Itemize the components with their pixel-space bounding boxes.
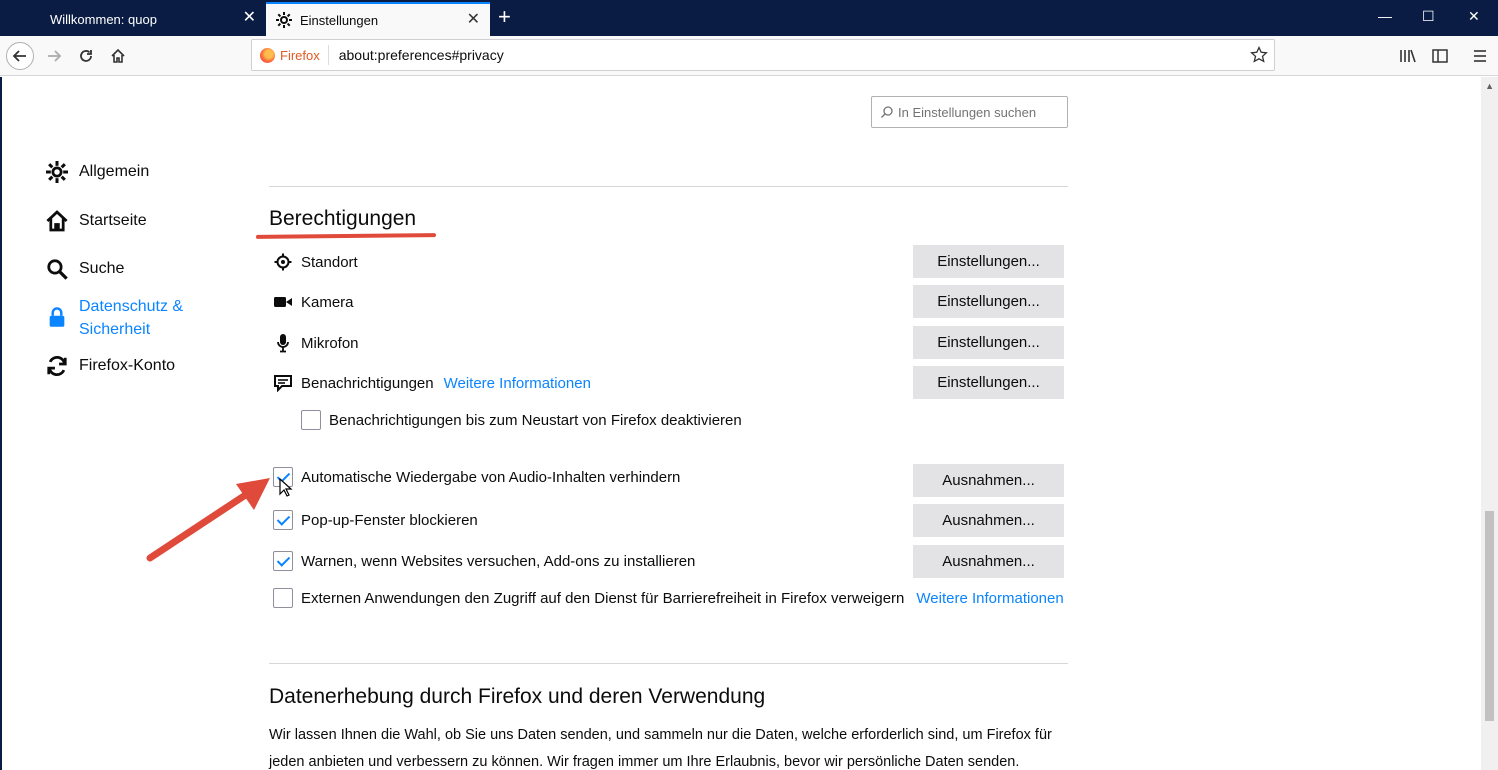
block-accessibility-checkbox[interactable] xyxy=(273,588,293,608)
sidebar-item-general[interactable]: Allgemein xyxy=(45,160,149,184)
checkbox-label: Benachrichtigungen bis zum Neustart von … xyxy=(329,411,742,429)
library-icon xyxy=(1400,49,1416,63)
warn-addons-row[interactable]: Warnen, wenn Websites versuchen, Add-ons… xyxy=(273,551,695,571)
forward-arrow-icon xyxy=(48,50,62,62)
sidebar-item-home[interactable]: Startseite xyxy=(45,209,147,233)
home-icon xyxy=(45,209,69,233)
sidebar-item-label-group: Datenschutz & Sicherheit xyxy=(79,295,183,341)
divider xyxy=(327,45,329,65)
sidebar-item-label-line2: Sicherheit xyxy=(79,321,151,338)
annotation-arrow xyxy=(146,478,270,562)
permission-label: Kamera xyxy=(301,293,354,311)
library-button[interactable] xyxy=(1394,42,1422,70)
microphone-settings-button[interactable]: Einstellungen... xyxy=(913,326,1064,359)
block-autoplay-row[interactable]: Automatische Wiedergabe von Audio-Inhalt… xyxy=(273,467,680,487)
back-button[interactable] xyxy=(6,42,34,70)
notification-icon xyxy=(273,373,293,393)
search-icon xyxy=(45,257,69,281)
block-accessibility-row[interactable]: Externen Anwendungen den Zugriff auf den… xyxy=(273,588,1064,608)
autoplay-exceptions-button[interactable]: Ausnahmen... xyxy=(913,464,1064,497)
permission-label: Standort xyxy=(301,253,358,271)
camera-icon xyxy=(273,292,293,312)
permission-microphone: Mikrofon xyxy=(273,333,359,353)
sidebar-toggle-button[interactable] xyxy=(1426,42,1454,70)
gear-icon xyxy=(276,12,292,28)
home-icon xyxy=(111,48,125,63)
checkbox-label: Warnen, wenn Websites versuchen, Add-ons… xyxy=(301,552,696,570)
sidebar-item-label: Suche xyxy=(79,260,125,277)
tab-title: Einstellungen xyxy=(300,12,379,28)
sidebar-item-label: Firefox-Konto xyxy=(79,357,176,374)
home-button[interactable] xyxy=(104,42,132,70)
hamburger-menu-icon xyxy=(1474,50,1486,62)
new-tab-button[interactable]: + xyxy=(498,6,511,28)
search-placeholder: In Einstellungen suchen xyxy=(898,104,1037,120)
back-arrow-icon xyxy=(12,50,26,62)
checkbox-label: Automatische Wiedergabe von Audio-Inhalt… xyxy=(301,468,681,486)
sidebar-item-privacy[interactable]: Datenschutz & Sicherheit xyxy=(45,295,183,341)
reload-icon xyxy=(80,50,92,62)
minimize-button[interactable]: — xyxy=(1378,8,1392,24)
pause-notifications-checkbox[interactable] xyxy=(301,410,321,430)
url-bar[interactable]: Firefox about:preferences#privacy xyxy=(251,39,1275,71)
bookmark-star-icon[interactable] xyxy=(1250,46,1268,64)
checkbox-label: Externen Anwendungen den Zugriff auf den… xyxy=(301,589,905,607)
menu-button[interactable] xyxy=(1466,42,1494,70)
close-window-button[interactable]: ✕ xyxy=(1468,8,1480,25)
reload-button[interactable] xyxy=(72,42,100,70)
permission-label: Mikrofon xyxy=(301,334,359,352)
sidebar-item-search[interactable]: Suche xyxy=(45,257,124,281)
settings-search-input[interactable]: In Einstellungen suchen xyxy=(871,96,1068,128)
section-divider xyxy=(269,663,1068,664)
annotation-underline xyxy=(255,233,437,239)
permission-label: Benachrichtigungen xyxy=(301,374,434,392)
close-tab-icon[interactable]: ✕ xyxy=(243,10,256,26)
sidebar-item-label: Allgemein xyxy=(79,163,150,180)
data-collection-heading: Datenerhebung durch Firefox und deren Ve… xyxy=(269,685,766,708)
popup-exceptions-button[interactable]: Ausnahmen... xyxy=(913,504,1064,537)
pause-notifications-row[interactable]: Benachrichtigungen bis zum Neustart von … xyxy=(301,410,742,430)
tab-title: Willkommen: quop xyxy=(50,11,157,27)
tab-welcome[interactable]: Willkommen: quop ✕ xyxy=(40,2,266,36)
accessibility-learn-more-link[interactable]: Weitere Informationen xyxy=(916,590,1063,607)
navigation-toolbar: Firefox about:preferences#privacy xyxy=(0,36,1498,76)
scroll-up-arrow-icon[interactable]: ▲ xyxy=(1485,81,1494,91)
maximize-button[interactable]: ☐ xyxy=(1422,8,1435,25)
block-popups-row[interactable]: Pop-up-Fenster blockieren xyxy=(273,510,478,530)
close-tab-icon[interactable]: ✕ xyxy=(467,12,480,28)
checkbox-label: Pop-up-Fenster blockieren xyxy=(301,511,478,529)
permission-notifications: Benachrichtigungen Weitere Informationen xyxy=(273,373,591,393)
camera-settings-button[interactable]: Einstellungen... xyxy=(913,285,1064,318)
sync-icon xyxy=(45,354,69,378)
notifications-settings-button[interactable]: Einstellungen... xyxy=(913,366,1064,399)
permission-camera: Kamera xyxy=(273,292,354,312)
location-icon xyxy=(273,252,293,272)
gear-icon xyxy=(45,160,69,184)
notifications-learn-more-link[interactable]: Weitere Informationen xyxy=(444,375,591,392)
data-collection-description: Wir lassen Ihnen die Wahl, ob Sie uns Da… xyxy=(269,727,1052,770)
sidebar-icon xyxy=(1432,49,1448,63)
scrollbar-thumb[interactable] xyxy=(1485,511,1494,721)
location-settings-button[interactable]: Einstellungen... xyxy=(913,245,1064,278)
forward-button[interactable] xyxy=(40,42,68,70)
window-frame xyxy=(0,77,2,770)
title-bar: Willkommen: quop ✕ Einstellungen ✕ + — ☐… xyxy=(0,0,1498,36)
mouse-cursor-icon xyxy=(279,478,293,497)
sidebar-item-label: Startseite xyxy=(79,212,147,229)
lock-icon xyxy=(45,305,69,329)
url-text[interactable]: about:preferences#privacy xyxy=(339,47,504,63)
firefox-logo-icon xyxy=(260,48,275,63)
sidebar-item-label: Datenschutz & xyxy=(79,298,184,315)
section-divider xyxy=(269,186,1068,187)
sidebar-item-sync[interactable]: Firefox-Konto xyxy=(45,354,175,378)
permission-location: Standort xyxy=(273,252,358,272)
search-icon xyxy=(881,106,893,118)
addons-exceptions-button[interactable]: Ausnahmen... xyxy=(913,545,1064,578)
permissions-heading: Berechtigungen xyxy=(269,207,417,230)
microphone-icon xyxy=(273,333,293,353)
identity-brand: Firefox xyxy=(280,47,320,63)
tab-settings[interactable]: Einstellungen ✕ xyxy=(266,2,490,36)
